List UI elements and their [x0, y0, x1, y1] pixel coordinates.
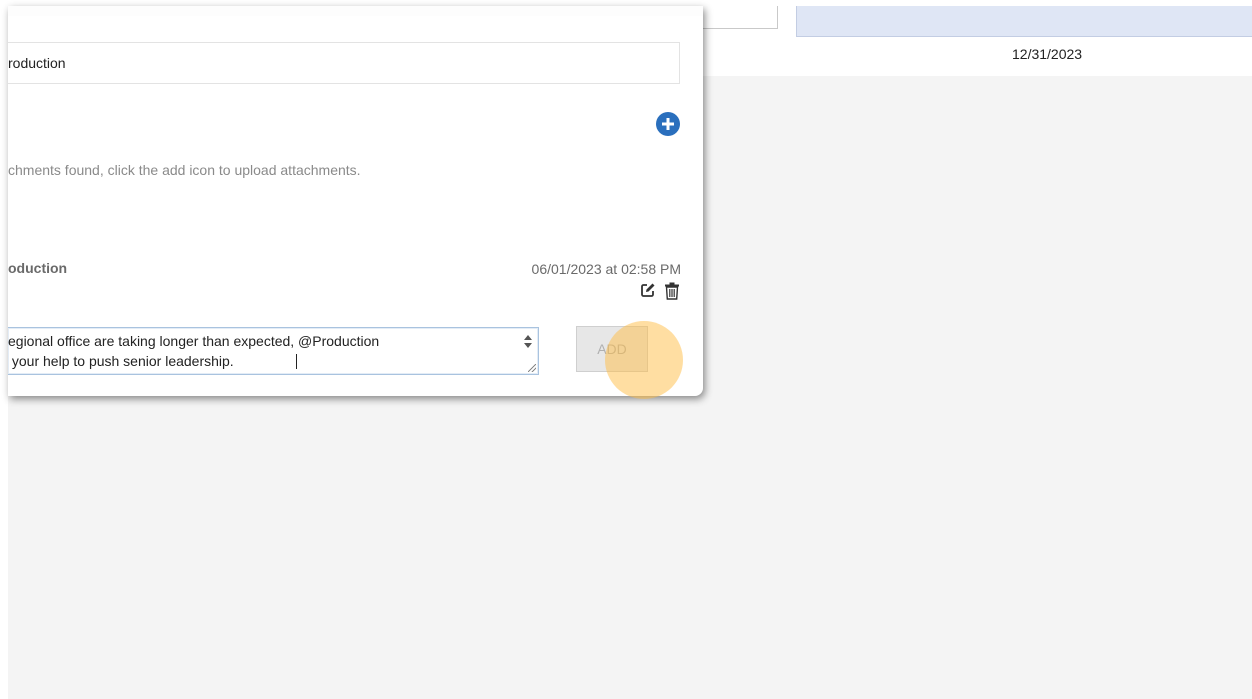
new-comment-textarea[interactable]: egional office are taking longer than ex…: [8, 327, 539, 375]
new-comment-text: egional office are taking longer than ex…: [8, 333, 380, 369]
scroll-down-arrow-icon[interactable]: [524, 343, 532, 348]
background-date-cell: 12/31/2023: [1012, 46, 1083, 62]
comment-modal: roduction chments found, click the add i…: [8, 6, 703, 399]
background-table-header: [796, 6, 1252, 37]
comment-timestamp: 06/01/2023 at 02:58 PM: [531, 261, 681, 277]
add-attachment-icon[interactable]: [656, 112, 680, 136]
scroll-up-arrow-icon[interactable]: [524, 335, 532, 340]
modal-header-partial: [8, 6, 703, 16]
resize-grip-icon[interactable]: [528, 364, 536, 372]
no-attachments-message: chments found, click the add icon to upl…: [8, 162, 361, 178]
assignee-value: roduction: [8, 55, 66, 71]
window-edge: [0, 0, 8, 699]
assignee-field[interactable]: roduction: [8, 42, 680, 84]
text-cursor: [296, 354, 297, 369]
comment-author: oduction: [8, 260, 68, 276]
edit-icon[interactable]: [640, 282, 656, 298]
trash-icon[interactable]: [664, 282, 680, 300]
add-comment-button[interactable]: ADD: [576, 326, 648, 372]
